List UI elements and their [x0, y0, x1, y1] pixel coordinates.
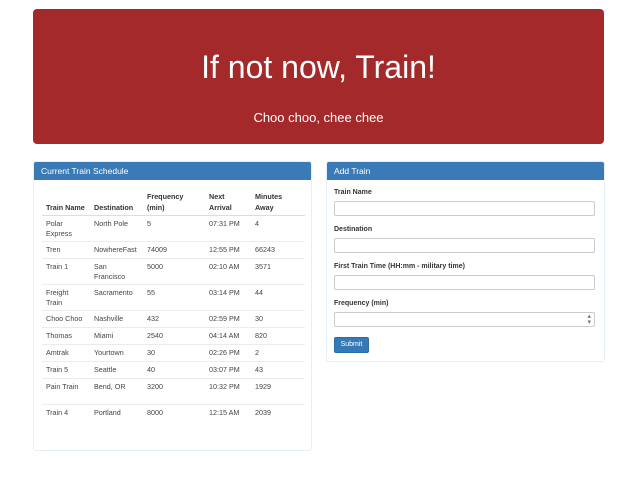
table-row: Freight Train Sacramento 55 03:14 PM 44 — [42, 284, 305, 311]
train-name-cell: Choo Choo — [42, 310, 90, 328]
minutes-away-cell: 44 — [251, 284, 305, 311]
train-name-cell: Train 1 — [42, 258, 90, 285]
next-arrival-cell: 07:31 PM — [205, 215, 251, 242]
destination-cell: Nashville — [90, 310, 143, 328]
table-row: Thomas Miami 2540 04:14 AM 820 — [42, 327, 305, 345]
train-name-cell: Freight Train — [42, 284, 90, 311]
next-arrival-cell: 02:26 PM — [205, 344, 251, 362]
destination-cell: North Pole — [90, 215, 143, 242]
train-name-cell: Tren — [42, 241, 90, 259]
frequency-cell: 432 — [143, 310, 205, 328]
frequency-input[interactable]: ▴ ▾ — [334, 312, 595, 327]
destination-label: Destination — [334, 226, 373, 233]
schedule-panel-heading: Current Train Schedule — [34, 162, 311, 180]
frequency-cell: 74009 — [143, 241, 205, 259]
frequency-cell: 40 — [143, 361, 205, 379]
destination-cell: Seattle — [90, 361, 143, 379]
frequency-cell: 30 — [143, 344, 205, 362]
next-arrival-cell: 10:32 PM — [205, 378, 251, 405]
column-header-train-name: Train Name — [42, 190, 90, 216]
table-row: Train 5 Seattle 40 03:07 PM 43 — [42, 361, 305, 379]
column-header-next-arrival: Next Arrival — [205, 190, 251, 216]
table-row: Train 1 San Francisco 5000 02:10 AM 3571 — [42, 258, 305, 285]
jumbotron: If not now, Train! Choo choo, chee chee — [33, 9, 604, 144]
destination-cell: Bend, OR — [90, 378, 143, 405]
table-row: Amtrak Yourtown 30 02:26 PM 2 — [42, 344, 305, 362]
train-name-cell: Train 4 — [42, 404, 90, 421]
frequency-cell: 55 — [143, 284, 205, 311]
minutes-away-cell: 2039 — [251, 404, 305, 421]
frequency-cell: 2540 — [143, 327, 205, 345]
minutes-away-cell: 43 — [251, 361, 305, 379]
table-row: Polar Express North Pole 5 07:31 PM 4 — [42, 215, 305, 242]
minutes-away-cell: 1929 — [251, 378, 305, 405]
frequency-cell: 3200 — [143, 378, 205, 405]
column-header-destination: Destination — [90, 190, 143, 216]
train-name-cell: Pain Train — [42, 378, 90, 405]
frequency-spinner-icon[interactable]: ▴ ▾ — [587, 313, 591, 326]
frequency-cell: 8000 — [143, 404, 205, 421]
train-name-cell: Amtrak — [42, 344, 90, 362]
train-name-cell: Train 5 — [42, 361, 90, 379]
minutes-away-cell: 3571 — [251, 258, 305, 285]
first-train-time-label: First Train Time (HH:mm - military time) — [334, 263, 465, 270]
schedule-panel: Current Train Schedule Train Name Destin… — [33, 161, 312, 451]
minutes-away-cell: 66243 — [251, 241, 305, 259]
frequency-cell: 5 — [143, 215, 205, 242]
destination-cell: Yourtown — [90, 344, 143, 362]
table-row: Pain Train Bend, OR 3200 10:32 PM 1929 — [42, 378, 305, 405]
next-arrival-cell: 12:55 PM — [205, 241, 251, 259]
table-row: Train 4 Portland 8000 12:15 AM 2039 — [42, 404, 305, 421]
train-name-cell: Polar Express — [42, 215, 90, 242]
next-arrival-cell: 04:14 AM — [205, 327, 251, 345]
table-header-row: Train Name Destination Frequency (min) N… — [42, 190, 305, 216]
frequency-label: Frequency (min) — [334, 300, 389, 307]
next-arrival-cell: 12:15 AM — [205, 404, 251, 421]
submit-button[interactable]: Submit — [334, 337, 369, 353]
destination-cell: Miami — [90, 327, 143, 345]
page-subtitle: Choo choo, chee chee — [253, 110, 384, 125]
schedule-table: Train Name Destination Frequency (min) N… — [42, 190, 305, 421]
next-arrival-cell: 02:59 PM — [205, 310, 251, 328]
table-row: Choo Choo Nashville 432 02:59 PM 30 — [42, 310, 305, 328]
next-arrival-cell: 03:07 PM — [205, 361, 251, 379]
minutes-away-cell: 820 — [251, 327, 305, 345]
frequency-cell: 5000 — [143, 258, 205, 285]
train-name-label: Train Name — [334, 189, 372, 196]
train-name-input[interactable] — [334, 201, 595, 216]
minutes-away-cell: 2 — [251, 344, 305, 362]
minutes-away-cell: 4 — [251, 215, 305, 242]
add-train-panel-heading: Add Train — [327, 162, 604, 180]
add-train-panel: Add Train Train Name Destination First T… — [326, 161, 605, 362]
next-arrival-cell: 02:10 AM — [205, 258, 251, 285]
destination-input[interactable] — [334, 238, 595, 253]
page-title: If not now, Train! — [201, 49, 436, 85]
destination-cell: Portland — [90, 404, 143, 421]
first-train-time-input[interactable] — [334, 275, 595, 290]
minutes-away-cell: 30 — [251, 310, 305, 328]
destination-cell: NowhereFast — [90, 241, 143, 259]
destination-cell: San Francisco — [90, 258, 143, 285]
train-name-cell: Thomas — [42, 327, 90, 345]
column-header-minutes-away: Minutes Away — [251, 190, 305, 216]
column-header-frequency: Frequency (min) — [143, 190, 205, 216]
destination-cell: Sacramento — [90, 284, 143, 311]
next-arrival-cell: 03:14 PM — [205, 284, 251, 311]
table-row: Tren NowhereFast 74009 12:55 PM 66243 — [42, 241, 305, 259]
